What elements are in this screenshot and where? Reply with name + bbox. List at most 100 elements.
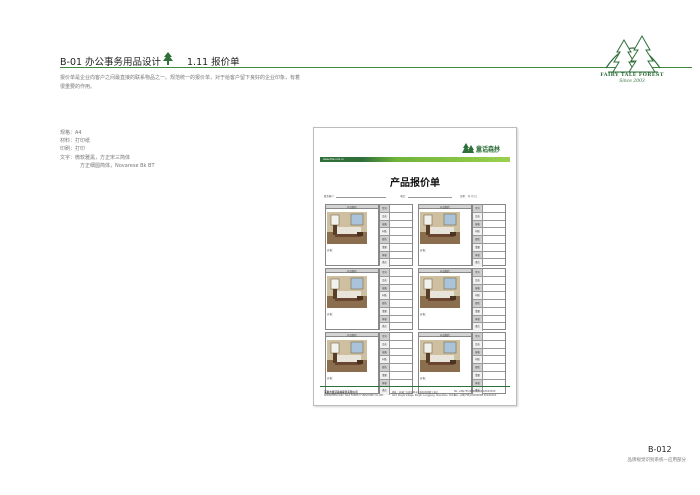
spec-field-label: 颜色 <box>380 236 390 243</box>
spec-field-label: 体积 <box>473 315 483 323</box>
spec-field-value <box>483 349 505 356</box>
spec-field-value <box>390 205 412 212</box>
spec-grid: 型号 品名 规格 材质 颜色 重量 体积 备注 <box>379 204 413 267</box>
spec-field-value <box>483 364 505 371</box>
spec-field-label: 重量 <box>473 307 483 315</box>
spec-list: 规格：A4 材料：打印纸 印刷：打印 文字：微软雅黑，方正宋三简体 方正细圆简体… <box>60 129 155 170</box>
spec-field-value <box>390 285 412 292</box>
spec-grid: 型号 品名 规格 材质 颜色 重量 体积 备注 <box>472 204 506 267</box>
card-head: 产品图片 <box>325 332 379 337</box>
client-line <box>336 197 386 198</box>
header-divider <box>60 67 692 68</box>
footer-address-en: Add: Pingdi Village, Pingdi, Longgang, S… <box>392 394 456 397</box>
card-head: 产品图片 <box>325 268 379 273</box>
spec-field-value <box>390 221 412 228</box>
card-head: 产品图片 <box>325 204 379 209</box>
spec-field-label: 颜色 <box>380 364 390 371</box>
forest-logo-icon <box>605 34 661 73</box>
spec-row: 规格 <box>380 348 412 357</box>
product-photo <box>327 340 367 372</box>
spec-field-label: 备注 <box>380 259 390 267</box>
brand-name: FAIRY TALE FOREST <box>600 72 664 78</box>
spec-grid: 型号 品名 规格 材质 颜色 重量 体积 备注 <box>472 268 506 331</box>
spec-field-label: 备注 <box>473 323 483 331</box>
spec-row: 材质 <box>380 228 412 236</box>
brand-since: Since 2003 <box>619 79 645 84</box>
spec-field-label: 备注 <box>473 259 483 267</box>
spec-grid: 型号 品名 规格 材质 颜色 重量 体积 备注 <box>379 268 413 331</box>
doc-brand-en: FAIRY TALE FOREST <box>476 151 499 154</box>
spec-field-value <box>483 277 505 284</box>
spec-row: 规格 <box>473 348 505 357</box>
spec-row: 规格 <box>380 220 412 229</box>
spec-field-value <box>483 323 505 331</box>
spec-text-2: 方正细圆简体，Novarese Bk BT <box>80 162 155 169</box>
product-photo <box>420 276 460 308</box>
spec-field-label: 颜色 <box>473 364 483 371</box>
spec-row: 体积 <box>380 251 412 260</box>
spec-row: 颜色 <box>473 236 505 244</box>
spec-print: 印刷：打印 <box>60 146 86 153</box>
spec-row: 规格 <box>380 284 412 293</box>
doc-header-band <box>320 157 510 162</box>
spec-field-value <box>483 300 505 307</box>
spec-field-value <box>483 285 505 292</box>
product-photo <box>420 340 460 372</box>
spec-field-value <box>390 349 412 356</box>
spec-field-label: 型号 <box>473 269 483 276</box>
client-label: 联系客户： <box>324 195 336 198</box>
price-label: 价格： <box>327 249 335 252</box>
spec-field-label: 型号 <box>473 333 483 340</box>
doc-url: www.dhsl.com.cn <box>323 157 344 161</box>
spec-field-value <box>390 269 412 276</box>
card-head: 产品图片 <box>418 204 472 209</box>
spec-field-label: 品名 <box>473 212 483 220</box>
spec-row: 品名 <box>473 212 505 221</box>
spec-field-value <box>483 356 505 363</box>
spec-field-label: 品名 <box>380 340 390 348</box>
spec-field-value <box>390 323 412 331</box>
spec-field-value <box>390 333 412 340</box>
spec-field-value <box>483 205 505 212</box>
spec-field-value <box>483 252 505 259</box>
spec-row: 重量 <box>380 371 412 380</box>
spec-field-label: 型号 <box>380 269 390 276</box>
spec-field-label: 材质 <box>380 228 390 235</box>
spec-row: 型号 <box>473 205 505 213</box>
spec-field-label: 材质 <box>380 292 390 299</box>
spec-row: 重量 <box>380 307 412 316</box>
spec-field-value <box>483 221 505 228</box>
spec-field-value <box>483 236 505 243</box>
spec-field-label: 品名 <box>473 340 483 348</box>
spec-field-value <box>483 292 505 299</box>
spec-field-label: 规格 <box>380 348 390 356</box>
price-label: 价格： <box>327 377 335 380</box>
spec-row: 型号 <box>473 333 505 341</box>
spec-field-value <box>483 333 505 340</box>
spec-row: 颜色 <box>473 364 505 372</box>
spec-row: 型号 <box>380 333 412 341</box>
spec-field-value <box>483 259 505 267</box>
spec-field-value <box>390 259 412 267</box>
product-card: 产品图片 价格： 型号 品名 规格 材质 颜色 重量 体积 备注 <box>325 332 413 395</box>
spec-row: 重量 <box>473 307 505 316</box>
spec-row: 材质 <box>473 228 505 236</box>
spec-row: 规格 <box>473 284 505 293</box>
spec-row: 品名 <box>380 276 412 285</box>
spec-field-label: 备注 <box>380 323 390 331</box>
spec-field-value <box>390 213 412 220</box>
price-label: 价格： <box>327 313 335 316</box>
spec-row: 品名 <box>380 340 412 349</box>
spec-field-value <box>390 308 412 315</box>
spec-field-value <box>390 277 412 284</box>
spec-field-label: 规格 <box>473 348 483 356</box>
spec-row: 备注 <box>473 323 505 331</box>
product-card: 产品图片 价格： 型号 品名 规格 材质 颜色 重量 体积 备注 <box>418 268 506 331</box>
spec-field-value <box>483 244 505 251</box>
spec-row: 材质 <box>380 292 412 300</box>
footer-company-en: SHENZHEN FAIRY TALE FOREST FURNITURE CO.… <box>324 394 384 397</box>
spec-row: 重量 <box>473 371 505 380</box>
phone-line <box>408 197 452 198</box>
spec-row: 型号 <box>473 269 505 277</box>
item-title: 1.11 报价单 <box>187 57 240 68</box>
